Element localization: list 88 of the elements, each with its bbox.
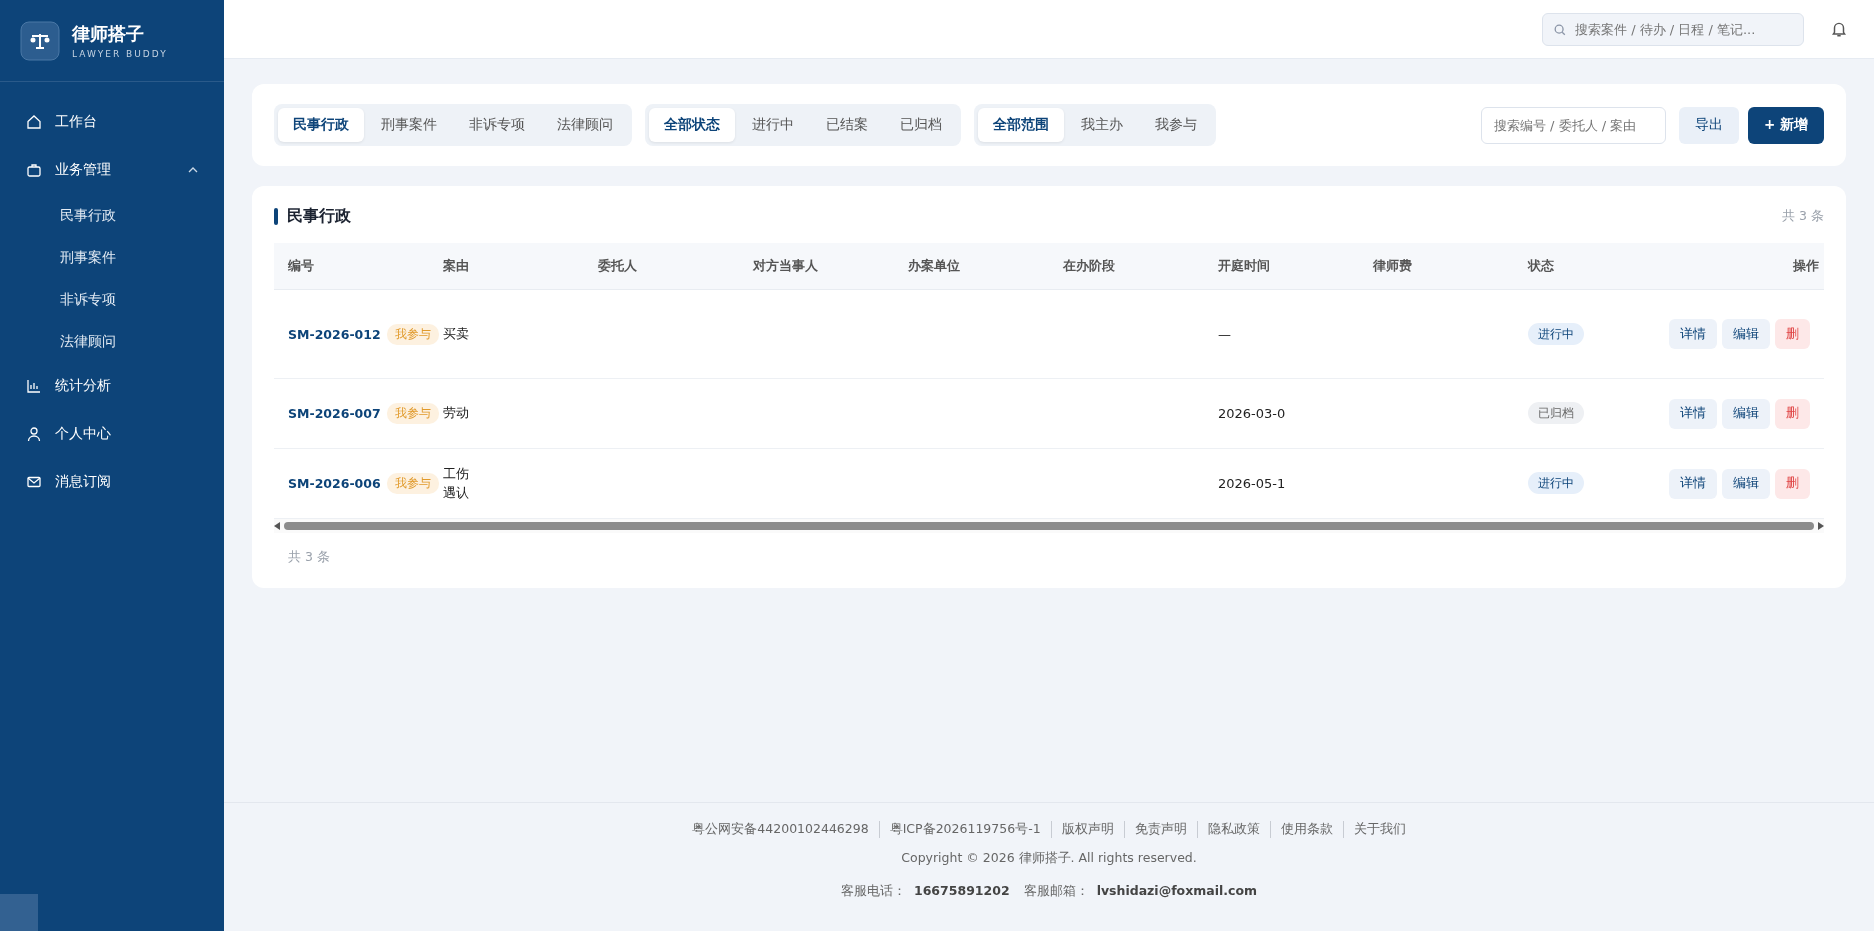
nav-subitem[interactable]: 法律顾问 [0,320,224,362]
column-header: 委托人 [598,257,637,273]
table-cell-text: 工伤遇认 [443,465,470,502]
search-icon [1553,22,1567,37]
column-header: 案由 [443,257,469,273]
edit-button[interactable]: 编辑 [1722,319,1770,349]
filter-tab[interactable]: 进行中 [737,108,809,142]
bell-icon[interactable] [1830,20,1848,38]
participation-tag: 我参与 [386,323,439,345]
brand-subtitle: LAWYER BUDDY [72,49,168,59]
footer-link[interactable]: 免责声明 [1123,821,1187,838]
participation-tag: 我参与 [386,473,439,494]
nav-subitem[interactable]: 民事行政 [0,194,224,236]
nav-item[interactable]: 个人中心 [0,410,224,458]
details-button[interactable]: 详情 [1669,319,1717,349]
participation-tag: 我参与 [386,403,439,424]
column-header: 操作 [1793,257,1819,273]
table-cell: — [1218,326,1231,342]
phone-label: 客服电话： [840,883,906,900]
search-field[interactable]: 搜索案件 / 待办 / 日程 / 笔记... [1542,12,1804,46]
add-button[interactable]: + 新增 [1748,106,1824,144]
scroll-right-icon[interactable] [1818,522,1824,530]
column-header: 对方当事人 [753,257,818,273]
nav-item[interactable]: 工作台 [0,98,224,146]
status-badge: 已归档 [1528,402,1584,424]
table-cell-text: 劳动 [443,404,470,423]
column-header: 编号 [288,257,314,273]
scales-logo-icon [20,20,60,61]
filter-tab[interactable]: 已结案 [811,108,883,142]
column-header: 状态 [1528,257,1554,273]
edit-button[interactable]: 编辑 [1722,398,1770,429]
footer-link[interactable]: 关于我们 [1342,821,1406,838]
brand-name: 律师搭子 [72,22,145,46]
filter-tab[interactable]: 法律顾问 [542,108,628,142]
filter-tab[interactable]: 全部范围 [978,108,1064,142]
filter-tab[interactable]: 全部状态 [649,108,735,142]
nav-item[interactable]: 消息订阅 [0,458,224,506]
footer-link[interactable]: 隐私政策 [1196,821,1260,838]
column-header: 办案单位 [908,257,960,273]
footer-link[interactable]: 粤ICP备2026119756号-1 [878,821,1041,838]
record-count: 共 3 条 [1782,208,1824,225]
details-button[interactable]: 详情 [1669,398,1717,429]
nav-item[interactable]: 业务管理 [0,146,224,194]
column-header: 律师费 [1373,257,1412,273]
column-header: 在办阶段 [1063,257,1115,273]
filter-tab[interactable]: 我参与 [1140,108,1212,142]
table-cell-text: 买卖 [443,324,470,343]
edit-button[interactable]: 编辑 [1722,468,1770,499]
home-icon [26,114,42,130]
horizontal-scrollbar[interactable] [274,519,1824,533]
scroll-left-icon[interactable] [274,522,280,530]
nav-subitem[interactable]: 刑事案件 [0,236,224,278]
footer-link[interactable]: 版权声明 [1050,821,1114,838]
filter-tab[interactable]: 非诉专项 [454,108,540,142]
email-label: 客服邮箱： [1023,883,1089,900]
case-search-field[interactable]: 搜索编号 / 委托人 / 案由 [1481,106,1666,144]
status-badge: 进行中 [1528,472,1584,494]
nav-item[interactable]: 统计分析 [0,362,224,410]
record-count: 共 3 条 [287,549,331,566]
mail-icon [26,474,42,490]
delete-button[interactable]: 删 [1775,468,1810,499]
export-button[interactable]: 导出 [1679,106,1739,144]
table-cell: 2026-05-1 [1218,476,1286,491]
delete-button[interactable]: 删 [1775,398,1810,429]
bar-chart-icon [26,378,42,394]
phone-number: 16675891202 [913,883,1010,900]
filter-tab[interactable]: 我主办 [1066,108,1138,142]
footer-link[interactable]: 粤公网安备44200102446298 [692,821,869,838]
table-cell: 2026-03-0 [1218,406,1286,421]
details-button[interactable]: 详情 [1669,468,1717,499]
nav-subitem[interactable]: 非诉专项 [0,278,224,320]
status-badge: 进行中 [1528,322,1584,345]
copyright-text: Copyright © 2026 律师搭子. All rights reserved. [901,850,1197,867]
filter-tab[interactable]: 刑事案件 [366,108,452,142]
delete-button[interactable]: 删 [1775,319,1810,349]
case-number-link[interactable]: SM-2026-006 [288,476,381,491]
filter-tab[interactable]: 已归档 [885,108,957,142]
accent-bar [274,208,278,225]
email-address[interactable]: lvshidazi@foxmail.com [1096,883,1258,900]
case-number-link[interactable]: SM-2026-007 [288,406,381,421]
sidebar-toggle[interactable] [0,894,38,931]
case-number-link[interactable]: SM-2026-012 [288,326,381,342]
column-header: 开庭时间 [1218,257,1270,273]
user-icon [26,426,42,442]
footer-link[interactable]: 使用条款 [1269,821,1333,838]
filter-tab[interactable]: 民事行政 [278,108,364,142]
table-title: 民事行政 [287,206,351,227]
briefcase-icon [26,162,42,178]
